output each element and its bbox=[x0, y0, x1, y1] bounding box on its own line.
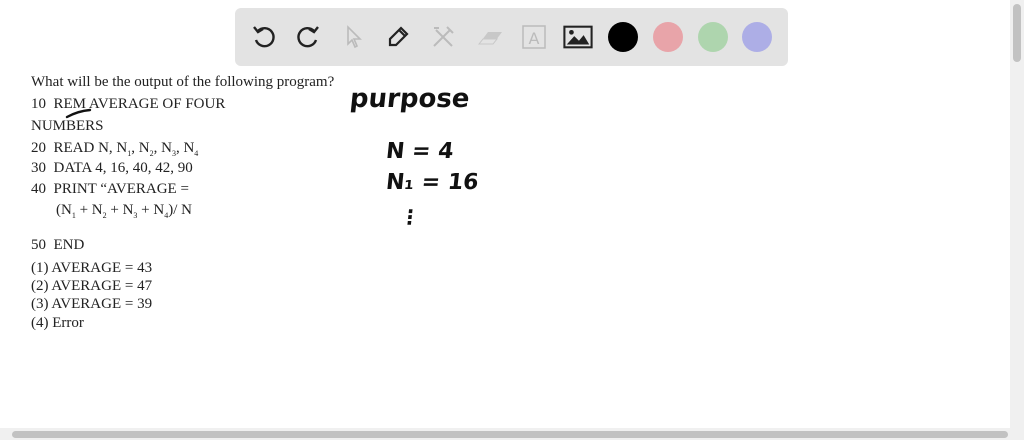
text-box-icon[interactable]: A bbox=[519, 22, 549, 52]
vertical-scroll-thumb[interactable] bbox=[1013, 4, 1021, 62]
svg-text:A: A bbox=[529, 29, 540, 48]
drawing-toolbar: A bbox=[235, 8, 788, 66]
tools-icon[interactable] bbox=[428, 22, 458, 52]
color-black-swatch[interactable] bbox=[608, 22, 638, 52]
handwritten-line-3: ⋮ bbox=[398, 205, 422, 229]
handwritten-line-2: N₁ = 16 bbox=[384, 170, 480, 195]
eraser-icon[interactable] bbox=[475, 22, 505, 52]
code-line-10: 10 REM AVERAGE OF FOUR bbox=[31, 96, 226, 112]
handwritten-underline bbox=[65, 108, 92, 119]
pen-icon[interactable] bbox=[383, 22, 413, 52]
code-line-40: 40 PRINT “AVERAGE = bbox=[31, 181, 189, 197]
color-green-swatch[interactable] bbox=[698, 22, 728, 52]
horizontal-scrollbar[interactable] bbox=[0, 428, 1024, 440]
option-3: (3) AVERAGE = 39 bbox=[31, 296, 153, 312]
code-line-20: 20 READ N, N1, N2, N3, N4 bbox=[31, 140, 199, 158]
horizontal-scroll-thumb[interactable] bbox=[12, 431, 1008, 438]
code-line-30: 30 DATA 4, 16, 40, 42, 90 bbox=[31, 160, 193, 176]
redo-icon[interactable] bbox=[293, 22, 323, 52]
color-red-swatch[interactable] bbox=[653, 22, 683, 52]
code-line-40-cont: (N1 + N2 + N3 + N4)/ N bbox=[56, 202, 192, 220]
undo-icon[interactable] bbox=[249, 22, 279, 52]
code-line-50: 50 END bbox=[31, 237, 85, 253]
option-1: (1) AVERAGE = 43 bbox=[31, 260, 153, 276]
image-icon[interactable] bbox=[563, 22, 593, 52]
vertical-scrollbar[interactable] bbox=[1010, 0, 1024, 428]
color-blue-swatch[interactable] bbox=[742, 22, 772, 52]
handwritten-line-1: N = 4 bbox=[384, 139, 455, 164]
code-line-10-cont: NUMBERS bbox=[31, 118, 104, 134]
option-2: (2) AVERAGE = 47 bbox=[31, 278, 153, 294]
handwritten-word: purpose bbox=[348, 84, 472, 114]
select-pointer-icon[interactable] bbox=[339, 22, 369, 52]
question-prompt: What will be the output of the following… bbox=[31, 74, 335, 90]
option-4: (4) Error bbox=[31, 315, 84, 331]
